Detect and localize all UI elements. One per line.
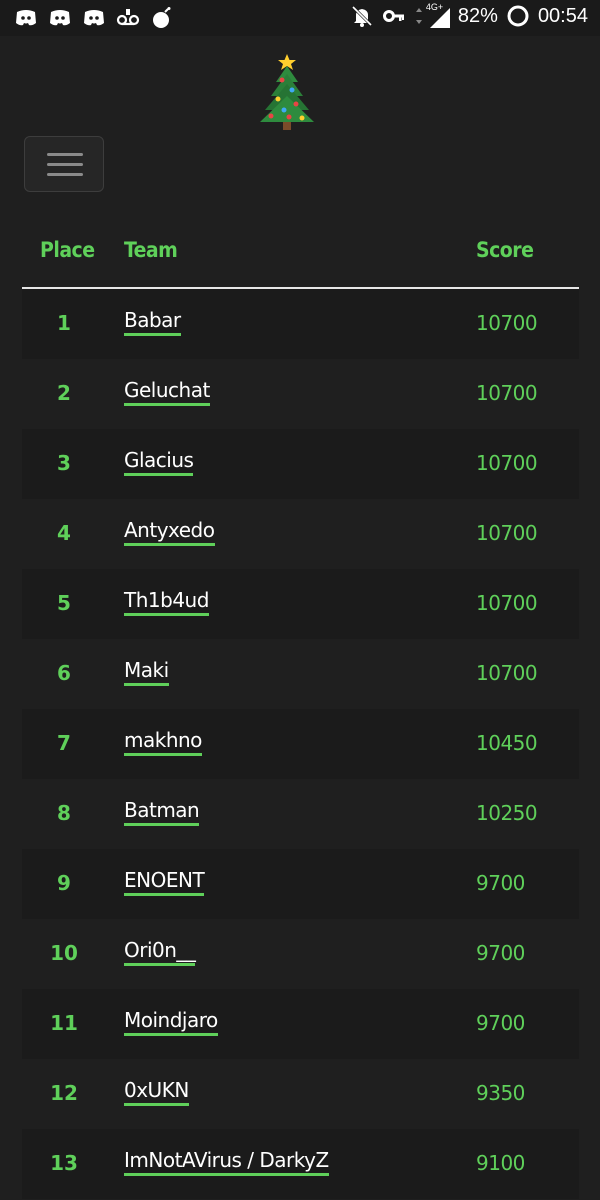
score-cell: 10450 [476,731,538,755]
team-link[interactable]: Maki [124,659,169,686]
battery-ring-icon [507,5,529,27]
team-link[interactable]: ImNotAVirus / DarkyZ [124,1149,329,1176]
score-cell: 9700 [476,1011,525,1035]
place-cell: 13 [50,1151,78,1175]
table-row: 8 Batman 10250 [22,779,579,849]
team-link[interactable]: makhno [124,729,202,756]
table-body: 1 Babar 10700 2 Geluchat 10700 3 Glacius… [22,289,579,1199]
column-header-team[interactable]: Team [124,238,178,262]
signal-icon [429,8,450,28]
score-cell: 9350 [476,1081,525,1105]
team-link[interactable]: Babar [124,309,181,336]
team-link[interactable]: Antyxedo [124,519,215,546]
place-cell: 6 [57,661,71,685]
table-row: 12 0xUKN 9350 [22,1059,579,1129]
voicemail-icon [116,9,140,26]
table-header: Place Team Score [22,220,579,289]
discord-icon [16,10,36,26]
place-cell: 2 [57,381,71,405]
christmas-tree-icon[interactable] [256,52,318,132]
place-cell: 4 [57,521,71,545]
clock: 00:54 [537,4,588,27]
score-cell: 10700 [476,451,538,475]
table-row: 6 Maki 10700 [22,639,579,709]
score-cell: 10700 [476,591,538,615]
place-cell: 3 [57,451,71,475]
place-cell: 12 [50,1081,78,1105]
team-link[interactable]: Th1b4ud [124,589,209,616]
discord-icon [50,10,70,26]
score-cell: 9700 [476,941,525,965]
data-arrows-icon [415,8,422,24]
scoreboard-table: Place Team Score 1 Babar 10700 2 Gelucha… [22,220,579,1199]
notification-icons [14,6,174,30]
score-cell: 9100 [476,1151,525,1175]
table-row: 9 ENOENT 9700 [22,849,579,919]
team-link[interactable]: ENOENT [124,869,205,896]
team-link[interactable]: Geluchat [124,379,210,406]
score-cell: 10700 [476,661,538,685]
table-row: 11 Moindjaro 9700 [22,989,579,1059]
table-row: 13 ImNotAVirus / DarkyZ 9100 [22,1129,579,1199]
menu-toggle-button[interactable] [24,136,104,192]
score-cell: 10700 [476,521,538,545]
score-cell: 10700 [476,311,538,335]
table-row: 5 Th1b4ud 10700 [22,569,579,639]
table-row: 1 Babar 10700 [22,289,579,359]
team-link[interactable]: 0xUKN [124,1079,189,1106]
table-row: 4 Antyxedo 10700 [22,499,579,569]
hamburger-icon [47,153,83,156]
team-link[interactable]: Batman [124,799,200,826]
team-link[interactable]: Ori0n__ [124,939,196,966]
place-cell: 8 [57,801,71,825]
score-cell: 10700 [476,381,538,405]
place-cell: 1 [57,311,71,335]
column-header-place[interactable]: Place [40,238,95,262]
battery-percent: 82% [457,4,498,27]
team-link[interactable]: Moindjaro [124,1009,218,1036]
score-cell: 9700 [476,871,525,895]
status-bar: 4G+ 82% 00:54 [0,0,600,36]
place-cell: 5 [57,591,71,615]
place-cell: 9 [57,871,71,895]
discord-icon [84,10,104,26]
score-cell: 10250 [476,801,538,825]
column-header-score[interactable]: Score [476,238,534,262]
table-row: 2 Geluchat 10700 [22,359,579,429]
team-link[interactable]: Glacius [124,449,194,476]
bomb-icon [153,7,171,28]
place-cell: 10 [50,941,78,965]
table-row: 10 Ori0n__ 9700 [22,919,579,989]
table-row: 7 makhno 10450 [22,709,579,779]
place-cell: 7 [57,731,71,755]
table-row: 3 Glacius 10700 [22,429,579,499]
place-cell: 11 [50,1011,78,1035]
system-status: 4G+ 82% 00:54 [350,2,588,28]
vpn-key-icon [382,10,404,22]
bell-off-icon [351,5,372,27]
hamburger-icon-line [47,163,83,166]
hamburger-icon-line [47,173,83,176]
